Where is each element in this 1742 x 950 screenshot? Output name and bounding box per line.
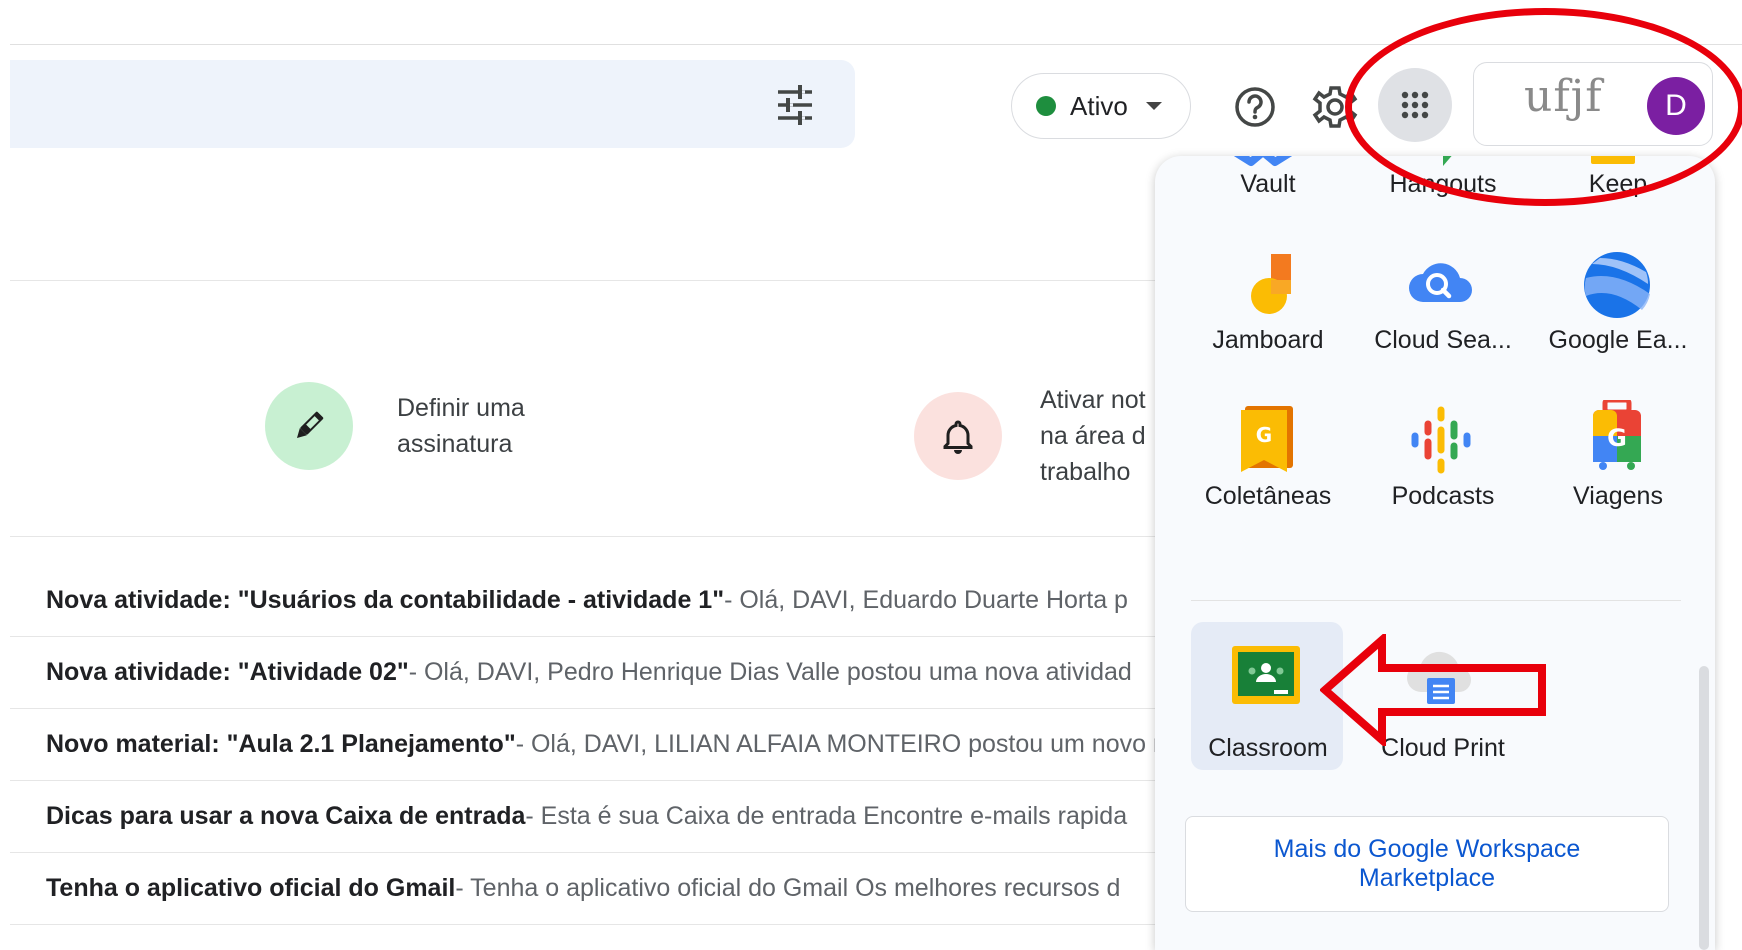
app-collections[interactable]: Coletâneas — [1183, 482, 1353, 511]
email-snippet: - Tenha o aplicativo oficial do Gmail Os… — [455, 874, 1121, 902]
email-subject: Nova atividade: "Atividade 02" — [46, 658, 409, 686]
status-label: Ativo — [1070, 90, 1128, 121]
help-icon[interactable] — [1232, 84, 1278, 130]
email-subject: Tenha o aplicativo oficial do Gmail — [46, 874, 456, 902]
email-row[interactable]: Nova atividade: "Usuários da contabilida… — [10, 565, 1160, 637]
tip-icon-circle — [265, 382, 353, 470]
collections-icon: G — [1241, 406, 1293, 472]
arrow-left-annotation — [1320, 634, 1546, 746]
vault-icon — [1233, 156, 1293, 166]
app-jamboard[interactable]: Jamboard — [1183, 326, 1353, 355]
google-earth-icon — [1584, 252, 1650, 318]
email-row[interactable]: Dicas para usar a nova Caixa de entrada … — [10, 781, 1160, 853]
app-cloud-search[interactable]: Cloud Sea... — [1358, 326, 1528, 355]
email-subject: Dicas para usar a nova Caixa de entrada — [46, 802, 526, 830]
classroom-icon — [1232, 646, 1300, 704]
workspace-marketplace-button[interactable]: Mais do Google Workspace Marketplace — [1185, 816, 1669, 912]
email-snippet: - Esta é sua Caixa de entrada Encontre e… — [525, 802, 1128, 830]
content-divider — [10, 536, 1160, 537]
email-snippet: - Olá, DAVI, LILIAN ALFAIA MONTEIRO post… — [515, 730, 1160, 758]
jamboard-icon — [1251, 254, 1291, 314]
travel-icon: G — [1593, 400, 1641, 470]
svg-text:G: G — [1256, 423, 1272, 447]
app-google-earth[interactable]: Google Ea... — [1533, 326, 1703, 355]
tip-signature[interactable]: Definir uma assinatura — [265, 382, 525, 470]
bell-icon — [943, 420, 973, 454]
google-apps-panel: Vault Hangouts Keep Jamboard Cloud Sea..… — [1155, 156, 1715, 950]
email-row[interactable]: Tenha o aplicativo oficial do Gmail - Te… — [10, 853, 1160, 925]
search-options-icon[interactable] — [770, 80, 820, 130]
marketplace-label: Mais do Google Workspace Marketplace — [1273, 835, 1581, 892]
tip-text: Definir uma assinatura — [397, 394, 525, 458]
email-row[interactable]: Nova atividade: "Atividade 02" - Olá, DA… — [10, 637, 1160, 709]
email-snippet: - Olá, DAVI, Pedro Henrique Dias Valle p… — [408, 658, 1132, 686]
highlight-ellipse-annotation — [1345, 8, 1742, 206]
svg-text:G: G — [1607, 424, 1627, 452]
email-row[interactable]: Novo material: "Aula 2.1 Planejamento" -… — [10, 709, 1160, 781]
email-subject: Nova atividade: "Usuários da contabilida… — [46, 586, 725, 614]
app-podcasts[interactable]: Podcasts — [1358, 482, 1528, 511]
email-snippet: - Olá, DAVI, Eduardo Duarte Horta p — [724, 586, 1128, 614]
status-active-icon — [1036, 96, 1056, 116]
tip-text: Ativar not na área d trabalho — [1040, 386, 1146, 486]
chevron-down-icon — [1145, 102, 1162, 110]
apps-panel-scrollbar[interactable] — [1699, 666, 1709, 950]
pen-icon — [296, 411, 324, 439]
tip-icon-circle — [914, 392, 1002, 480]
app-vault[interactable]: Vault — [1183, 170, 1353, 199]
email-subject: Novo material: "Aula 2.1 Planejamento" — [46, 730, 516, 758]
podcasts-icon — [1411, 406, 1471, 474]
status-selector[interactable]: Ativo — [1011, 73, 1191, 139]
apps-panel-divider — [1191, 600, 1681, 601]
cloud-search-icon — [1409, 263, 1472, 302]
tip-desktop-notifications[interactable]: Ativar not na área d trabalho — [914, 382, 1146, 490]
content-divider — [10, 280, 1160, 281]
search-bar[interactable] — [10, 60, 855, 148]
app-travel[interactable]: Viagens — [1533, 482, 1703, 511]
